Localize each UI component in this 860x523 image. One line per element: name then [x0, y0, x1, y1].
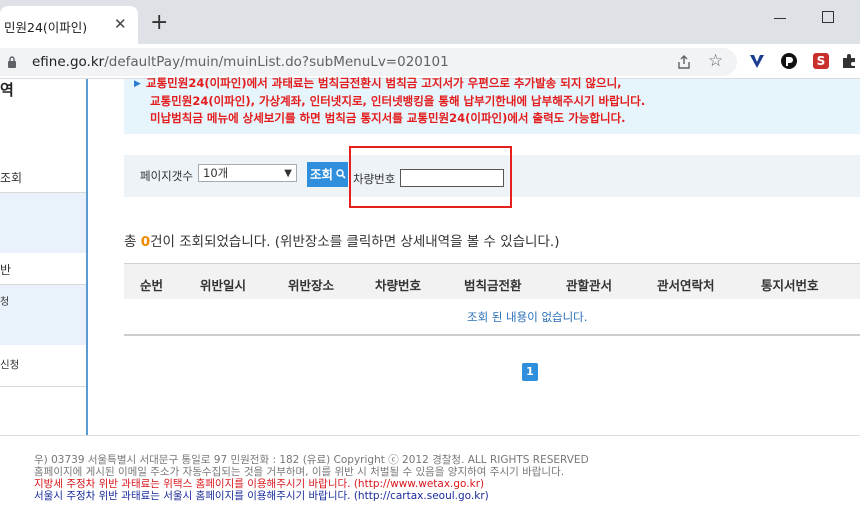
sidebar-item-label: 신청	[0, 359, 20, 371]
page-count-value: 10개	[203, 166, 229, 180]
table-header: 순번 위반일시 위반장소 차량번호 범칙금전환 관할관서 관서연락처 통지서번호	[124, 263, 860, 299]
notice-box: ▶ 교통민원24(이파인)에서 과태료는 범칙금전환시 범칙금 고지서가 우편으…	[124, 76, 860, 134]
tab-close-icon[interactable]: ✕	[114, 15, 127, 33]
sidebar-item-label: 반	[0, 263, 12, 277]
browser-tab[interactable]: 민원24(이파인) ✕	[0, 6, 138, 44]
maximize-icon[interactable]	[822, 11, 834, 23]
sidebar-item-label: 청	[0, 297, 10, 308]
sidebar-submenu-area	[0, 193, 86, 253]
sidebar-item-lookup[interactable]: 조회	[0, 161, 86, 193]
tab-title: 민원24(이파인)	[4, 20, 88, 35]
sidebar-item-3[interactable]: 청	[0, 285, 86, 315]
column-header: 통지서번호	[761, 278, 819, 293]
result-count: 0	[140, 234, 151, 250]
sidebar-item-4[interactable]: 신청	[0, 347, 86, 387]
column-header: 차량번호	[375, 278, 422, 293]
table-empty-row: 조회 된 내용이 없습니다.	[124, 299, 860, 336]
bookmark-star-icon[interactable]: ☆	[708, 51, 723, 71]
empty-message: 조회 된 내용이 없습니다.	[467, 310, 588, 324]
extension-s-icon[interactable]: S	[812, 52, 830, 70]
footer-cartax-link[interactable]: 서울시 주정차 위반 과태료는 서울시 홈페이지를 이용해주시기 바랍니다. (…	[34, 488, 489, 503]
column-header: 위반일시	[200, 278, 247, 293]
address-bar[interactable]: efine.go.kr/defaultPay/muin/muinList.do?…	[0, 48, 737, 76]
column-header: 관할관서	[566, 278, 613, 293]
url-text[interactable]: efine.go.kr/defaultPay/muin/muinList.do?…	[32, 54, 449, 70]
extension-v-icon[interactable]	[748, 52, 766, 70]
extensions-puzzle-icon[interactable]	[840, 52, 858, 70]
search-button-label: 조회	[310, 167, 334, 182]
chevron-down-icon: ▼	[284, 168, 292, 179]
notice-line-2: 교통민원24(이파인), 가상계좌, 인터넷지로, 인터넷뱅킹을 통해 납부기한…	[150, 94, 646, 108]
result-suffix: 건이 조회되었습니다. (위반장소를 클릭하면 상세내역을 볼 수 있습니다.)	[150, 234, 560, 250]
sidebar-title: 역	[0, 81, 14, 99]
notice-line-3: 미납범칙금 메뉴에 상세보기를 하면 범칙금 통지서를 교통민원24(이파인)에…	[150, 111, 626, 125]
browser-toolbar: efine.go.kr/defaultPay/muin/muinList.do?…	[0, 44, 860, 79]
page-count-label: 페이지갯수	[140, 169, 193, 183]
notice-arrow-icon: ▶	[134, 79, 141, 89]
notice-line-1: 교통민원24(이파인)에서 과태료는 범칙금전환시 범칙금 고지서가 우편으로 …	[146, 76, 622, 90]
column-header: 순번	[140, 278, 164, 293]
footer: 우) 03739 서울특별시 서대문구 통일로 97 민원전화 : 182 (유…	[0, 435, 860, 523]
sidebar-item-2[interactable]: 반	[0, 253, 86, 285]
page-button-current[interactable]: 1	[522, 363, 538, 381]
sidebar-item-label: 조회	[0, 171, 23, 185]
svg-text:S: S	[817, 54, 826, 68]
page-count-select[interactable]: 10개 ▼	[198, 164, 297, 182]
lock-icon	[8, 56, 16, 68]
column-header: 범칙금전환	[464, 278, 522, 293]
url-host: efine.go.kr	[32, 54, 105, 70]
share-icon[interactable]	[676, 54, 692, 70]
sidebar-item-blank	[0, 315, 86, 345]
column-header: 위반장소	[288, 278, 335, 293]
magnifier-icon	[336, 169, 346, 179]
result-prefix: 총	[124, 234, 141, 250]
result-summary: 총 0건이 조회되었습니다. (위반장소를 클릭하면 상세내역을 볼 수 있습니…	[124, 230, 559, 250]
highlight-box	[349, 146, 512, 208]
column-header: 관서연락처	[657, 278, 715, 293]
browser-tabstrip: 민원24(이파인) ✕ +	[0, 0, 860, 44]
left-sidebar: 역 조회 반 청 신청	[0, 79, 88, 435]
search-button[interactable]: 조회	[307, 162, 348, 187]
new-tab-button[interactable]: +	[150, 12, 168, 34]
url-path: /defaultPay/muin/muinList.do?subMenuLv=0…	[104, 54, 449, 70]
minimize-icon[interactable]	[774, 18, 786, 19]
extension-p-icon[interactable]	[780, 52, 798, 70]
